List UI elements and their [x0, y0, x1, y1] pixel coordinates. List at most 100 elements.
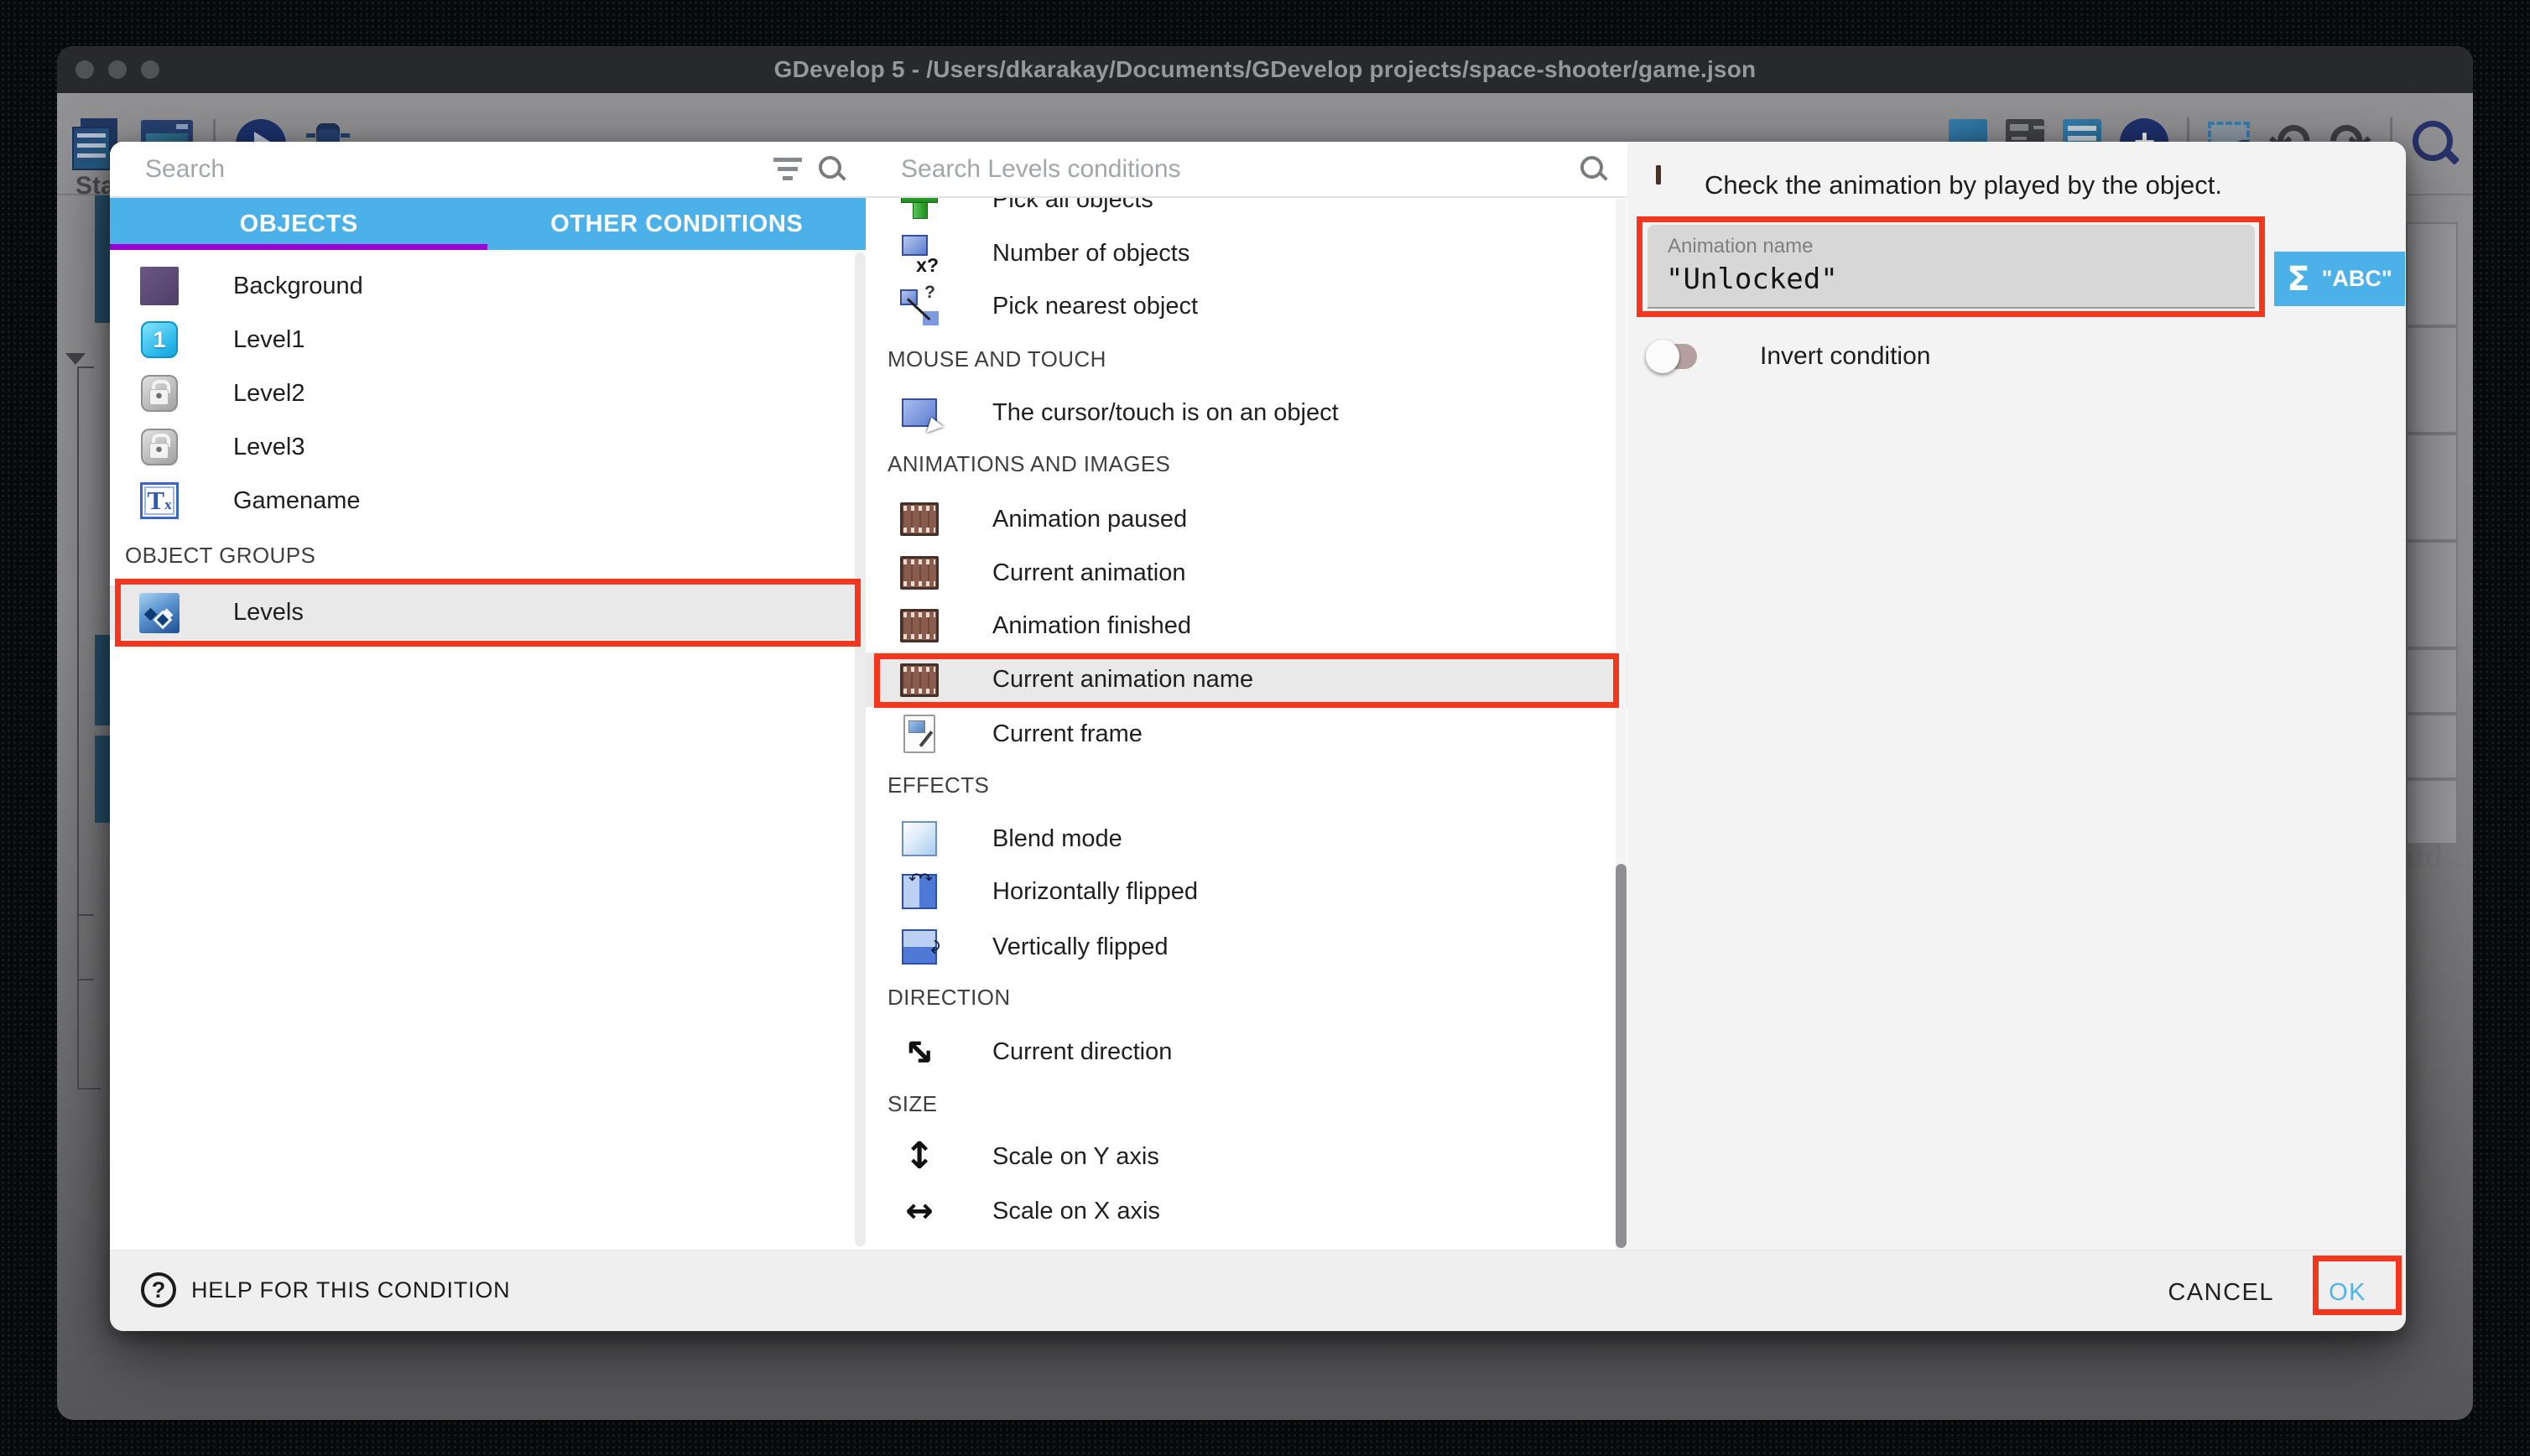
event-row — [2406, 222, 2458, 326]
object-label: Level3 — [233, 434, 305, 461]
animation-name-label: Animation name — [1668, 235, 1813, 258]
film-strip-icon — [1656, 165, 1661, 185]
object-row-gamename[interactable]: Tx Gamename — [110, 474, 866, 528]
condition-label: Horizontally flipped — [992, 878, 1198, 906]
expression-editor-button[interactable]: Σ "ABC" — [2274, 252, 2405, 306]
object-label: Background — [233, 273, 363, 300]
event-row — [2406, 326, 2458, 434]
condition-label: Pick nearest object — [992, 293, 1198, 320]
conditions-panel: Pick all objects x? Number of objects ? … — [866, 142, 1627, 1250]
ok-button[interactable]: OK — [2317, 1271, 2378, 1315]
section-mouse-and-touch: MOUSE AND TOUCH — [888, 346, 1106, 372]
object-group-row-levels[interactable]: Levels — [110, 585, 866, 640]
condition-row-animation-finished[interactable]: Animation finished — [866, 599, 1627, 653]
help-for-condition-link[interactable]: ? HELP FOR THIS CONDITION — [141, 1272, 510, 1308]
condition-row-scale-x[interactable]: ↔ Scale on X axis — [866, 1184, 1627, 1238]
object-group-label: Levels — [233, 599, 304, 627]
section-size: SIZE — [888, 1091, 937, 1117]
condition-label: Current direction — [992, 1038, 1172, 1066]
tab-objects[interactable]: OBJECTS — [110, 198, 488, 250]
pick-nearest-object-icon: ? — [900, 286, 939, 326]
condition-editor-dialog: OBJECTS OTHER CONDITIONS Background 1 Le… — [110, 142, 2406, 1331]
horizontal-flip-icon — [902, 874, 937, 909]
condition-row-animation-paused[interactable]: Animation paused — [866, 492, 1627, 546]
condition-row-number-of-objects[interactable]: x? Number of objects — [866, 226, 1627, 280]
objects-search-input[interactable] — [143, 154, 773, 185]
toolbar-search-icon[interactable] — [2411, 119, 2458, 166]
objects-tabs: OBJECTS OTHER CONDITIONS — [110, 198, 866, 250]
sigma-icon: Σ — [2287, 263, 2309, 296]
dialog-footer: ? HELP FOR THIS CONDITION CANCEL OK — [110, 1250, 2406, 1331]
object-row-level2[interactable]: Level2 — [110, 367, 866, 420]
filter-icon[interactable] — [773, 158, 802, 180]
vertical-arrow-icon: ↕ — [904, 1138, 935, 1175]
level1-object-icon: 1 — [141, 321, 178, 358]
event-connector-line — [77, 979, 94, 980]
tab-other-conditions[interactable]: OTHER CONDITIONS — [488, 198, 867, 250]
search-icon — [1580, 156, 1607, 183]
animation-name-field[interactable]: Animation name — [1648, 225, 2255, 309]
condition-label: The cursor/touch is on an object — [992, 399, 1339, 427]
condition-row-current-frame[interactable]: Current frame — [866, 707, 1627, 761]
object-groups-header: OBJECT GROUPS — [125, 543, 315, 569]
condition-label: Blend mode — [992, 825, 1122, 853]
animation-name-input[interactable] — [1664, 262, 2235, 297]
zoom-window-button[interactable] — [141, 60, 159, 79]
event-connector-line — [77, 367, 94, 368]
desktop: GDevelop 5 - /Users/dkarakay/Documents/G… — [0, 0, 2530, 1456]
conditions-search-row — [866, 142, 1627, 198]
condition-row-pick-nearest[interactable]: ? Pick nearest object — [866, 279, 1627, 333]
cursor-on-object-icon — [902, 398, 937, 427]
condition-row-cursor-on-object[interactable]: The cursor/touch is on an object — [866, 386, 1627, 439]
search-icon — [819, 156, 846, 183]
help-icon: ? — [141, 1272, 176, 1308]
condition-label: Current frame — [992, 720, 1143, 748]
conditions-scrollbar-thumb[interactable] — [1616, 864, 1627, 1248]
event-connector-line — [77, 367, 79, 1089]
event-connector-line — [77, 1088, 101, 1089]
event-row — [2406, 541, 2458, 648]
diagonal-arrow-icon: ↔ — [895, 1027, 943, 1075]
minimize-window-button[interactable] — [108, 60, 127, 79]
traffic-lights — [75, 60, 159, 79]
condition-row-current-animation[interactable]: Current animation — [866, 546, 1627, 600]
condition-label: Scale on Y axis — [992, 1143, 1159, 1171]
conditions-search-input[interactable] — [899, 154, 1580, 185]
section-direction: DIRECTION — [888, 985, 1011, 1011]
condition-label: Animation finished — [992, 612, 1191, 640]
blend-mode-icon — [902, 821, 937, 856]
condition-label: Vertically flipped — [992, 933, 1169, 961]
horizontal-arrow-icon: ↔ — [905, 1194, 934, 1228]
condition-row-horizontally-flipped[interactable]: Horizontally flipped — [866, 865, 1627, 918]
objects-scrollbar[interactable] — [855, 252, 866, 1246]
condition-row-scale-y[interactable]: ↕ Scale on Y axis — [866, 1130, 1627, 1183]
condition-row-current-direction[interactable]: ↔ Current direction — [866, 1025, 1627, 1079]
condition-row-current-animation-name[interactable]: Current animation name — [866, 653, 1627, 707]
event-connector-line — [77, 914, 94, 916]
window-title: GDevelop 5 - /Users/dkarakay/Documents/G… — [774, 56, 1757, 83]
object-row-level3[interactable]: Level3 — [110, 420, 866, 474]
text-object-icon: Tx — [140, 482, 179, 519]
titlebar: GDevelop 5 - /Users/dkarakay/Documents/G… — [57, 46, 2473, 93]
film-strip-icon — [900, 502, 939, 536]
close-window-button[interactable] — [75, 60, 94, 79]
section-effects: EFFECTS — [888, 772, 989, 798]
condition-row-vertically-flipped[interactable]: Vertically flipped — [866, 920, 1627, 974]
number-of-objects-icon: x? — [900, 233, 939, 273]
object-label: Level2 — [233, 380, 305, 408]
cancel-button[interactable]: CANCEL — [2156, 1271, 2286, 1315]
condition-row-blend-mode[interactable]: Blend mode — [866, 812, 1627, 866]
condition-parameters-panel: Check the animation by played by the obj… — [1627, 142, 2406, 1250]
film-strip-icon — [900, 556, 939, 590]
object-label: Gamename — [233, 487, 361, 515]
condition-label: Current animation name — [992, 666, 1253, 694]
toggle-knob — [1646, 340, 1679, 373]
condition-label: Animation paused — [992, 506, 1187, 533]
condition-description: Check the animation by played by the obj… — [1705, 167, 2222, 204]
lock-object-icon — [141, 375, 178, 412]
object-row-level1[interactable]: 1 Level1 — [110, 313, 866, 367]
event-row — [2406, 714, 2458, 779]
invert-condition-toggle[interactable] — [1648, 344, 1697, 369]
event-row — [2406, 434, 2458, 541]
object-row-background[interactable]: Background — [110, 259, 866, 313]
